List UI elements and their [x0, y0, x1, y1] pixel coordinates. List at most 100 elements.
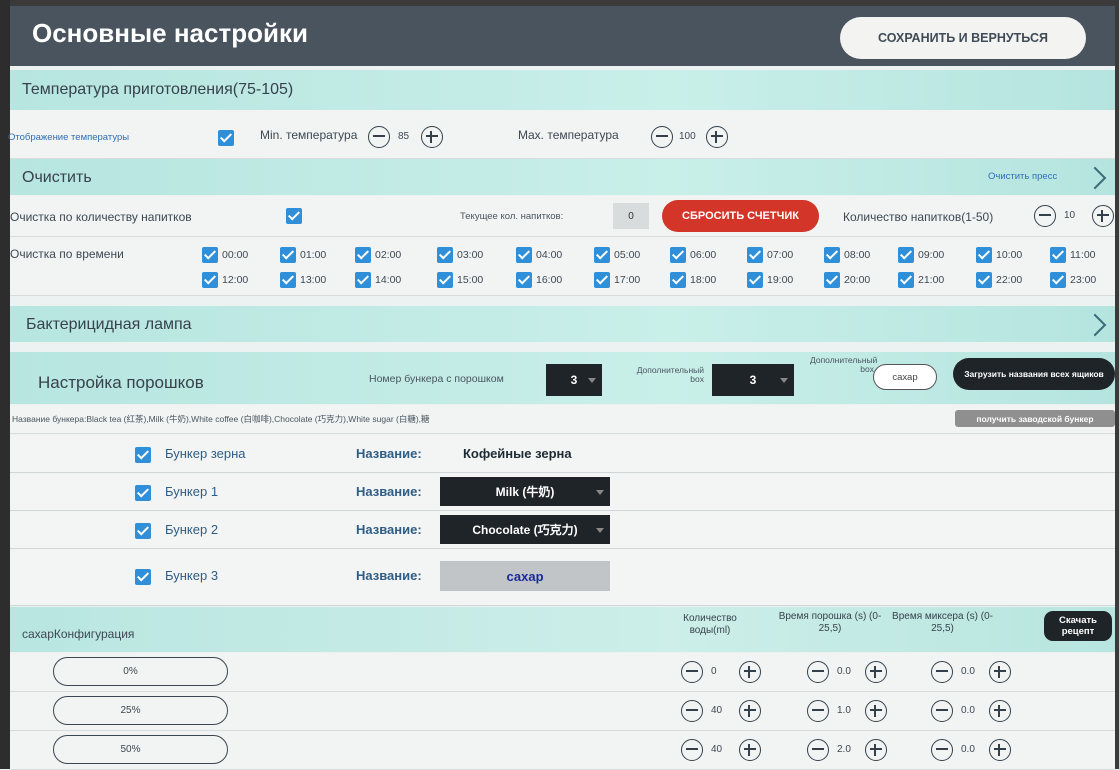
water-increase-icon[interactable]: [739, 661, 761, 683]
water-decrease-icon[interactable]: [681, 700, 703, 722]
bunker-row-beans: Бункер зерна Название: Кофейные зерна: [10, 435, 1115, 473]
temperature-display-checkbox[interactable]: [218, 130, 234, 146]
mixer-time-increase-icon[interactable]: [989, 700, 1011, 722]
clean-time-checkbox[interactable]: [670, 272, 686, 288]
chevron-right-icon[interactable]: [1083, 166, 1107, 190]
clean-time-checkbox[interactable]: [516, 272, 532, 288]
bunker-1-checkbox[interactable]: [135, 485, 151, 501]
sugar-level-button[interactable]: 0%: [53, 657, 228, 686]
bunker-1-name-label: Название:: [356, 484, 422, 499]
bunker-3-name-field[interactable]: сахар: [440, 561, 610, 591]
clean-by-time-row: Очистка по времени 00:00 01:00 02:00 03:00 0…: [10, 237, 1115, 296]
bunker-beans-name-label: Название:: [356, 446, 422, 461]
mixer-time-increase-icon[interactable]: [989, 661, 1011, 683]
mixer-time-increase-icon[interactable]: [989, 739, 1011, 761]
bunker-3-checkbox[interactable]: [135, 569, 151, 585]
sugar-config-title: сахарКонфигурация: [22, 627, 135, 641]
clean-time-label: 01:00: [300, 249, 327, 261]
drinks-count-decrease-icon[interactable]: [1034, 205, 1056, 227]
max-temperature-label: Max. температура: [518, 128, 619, 142]
clean-time-checkbox[interactable]: [437, 272, 453, 288]
clean-time-checkbox[interactable]: [202, 247, 218, 263]
mixer-time-value: 0.0: [961, 744, 975, 755]
sugar-level-button[interactable]: 50%: [53, 735, 228, 764]
top-bar: Основные настройки СОХРАНИТЬ И ВЕРНУТЬСЯ: [10, 6, 1115, 66]
clean-time-label: 15:00: [457, 274, 484, 286]
extra-box-name-input[interactable]: сахар: [873, 364, 937, 390]
bunker-1-name-select[interactable]: Milk (牛奶): [440, 477, 610, 506]
clean-time-label: 16:00: [536, 274, 563, 286]
water-value: 0: [711, 666, 717, 677]
clean-time-checkbox[interactable]: [437, 247, 453, 263]
bunker-beans-name-value: Кофейные зерна: [463, 446, 572, 461]
powder-time-decrease-icon[interactable]: [807, 661, 829, 683]
clean-time-checkbox[interactable]: [202, 272, 218, 288]
load-all-box-names-button[interactable]: Загрузить названия всех ящиков: [953, 358, 1115, 390]
water-value: 40: [711, 744, 723, 755]
sugar-level-button[interactable]: 25%: [53, 696, 228, 725]
mixer-time-column-header: Время миксера (s) (0-25,5): [892, 611, 993, 634]
clean-time-checkbox[interactable]: [355, 247, 371, 263]
bunker-2-checkbox[interactable]: [135, 523, 151, 539]
clean-time-checkbox[interactable]: [898, 247, 914, 263]
clean-time-checkbox[interactable]: [670, 247, 686, 263]
max-temperature-increase-icon[interactable]: [706, 126, 728, 148]
chevron-down-icon: [780, 378, 788, 383]
clean-time-checkbox[interactable]: [594, 272, 610, 288]
min-temperature-label: Min. температура: [260, 128, 358, 142]
powder-time-decrease-icon[interactable]: [807, 739, 829, 761]
clean-time-checkbox[interactable]: [747, 247, 763, 263]
clean-press-link[interactable]: Очистить пресс: [988, 171, 1057, 182]
drinks-count-increase-icon[interactable]: [1092, 205, 1114, 227]
reset-counter-button[interactable]: СБРОСИТЬ СЧЕТЧИК: [662, 200, 819, 232]
mixer-time-decrease-icon[interactable]: [931, 700, 953, 722]
max-temperature-decrease-icon[interactable]: [651, 126, 673, 148]
extra-box-select[interactable]: 3: [712, 364, 794, 396]
save-and-return-button[interactable]: СОХРАНИТЬ И ВЕРНУТЬСЯ: [840, 17, 1086, 59]
clean-time-checkbox[interactable]: [824, 272, 840, 288]
water-decrease-icon[interactable]: [681, 661, 703, 683]
hopper-number-select[interactable]: 3: [546, 364, 602, 396]
clean-time-checkbox[interactable]: [280, 272, 296, 288]
clean-time-checkbox[interactable]: [898, 272, 914, 288]
clean-time-label: 07:00: [767, 249, 794, 261]
water-decrease-icon[interactable]: [681, 739, 703, 761]
clean-time-checkbox[interactable]: [594, 247, 610, 263]
water-increase-icon[interactable]: [739, 739, 761, 761]
clean-time-checkbox[interactable]: [824, 247, 840, 263]
water-increase-icon[interactable]: [739, 700, 761, 722]
clean-time-label: 13:00: [300, 274, 327, 286]
clean-time-checkbox[interactable]: [280, 247, 296, 263]
chevron-down-icon: [588, 378, 596, 383]
clean-time-checkbox[interactable]: [1050, 247, 1066, 263]
min-temperature-increase-icon[interactable]: [421, 126, 443, 148]
clean-time-checkbox[interactable]: [355, 272, 371, 288]
clean-time-checkbox[interactable]: [976, 272, 992, 288]
powder-time-increase-icon[interactable]: [865, 739, 887, 761]
current-count-value: 0: [613, 203, 649, 229]
mixer-time-decrease-icon[interactable]: [931, 739, 953, 761]
mixer-time-decrease-icon[interactable]: [931, 661, 953, 683]
bunker-row-2: Бункер 2 Название: Chocolate (巧克力): [10, 511, 1115, 549]
clean-time-checkbox[interactable]: [976, 247, 992, 263]
clean-time-checkbox[interactable]: [516, 247, 532, 263]
clean-time-label: 12:00: [222, 274, 249, 286]
clean-by-count-checkbox[interactable]: [286, 208, 302, 224]
hopper-number-label: Номер бункера с порошком: [369, 373, 504, 385]
powders-section-title: Настройка порошков: [38, 373, 204, 392]
bunker-beans-checkbox[interactable]: [135, 447, 151, 463]
get-factory-hopper-button[interactable]: получить заводской бункер: [955, 410, 1115, 427]
clean-time-label: 02:00: [375, 249, 402, 261]
powder-time-increase-icon[interactable]: [865, 661, 887, 683]
clean-time-label: 05:00: [614, 249, 641, 261]
clean-time-label: 08:00: [844, 249, 871, 261]
min-temperature-value: 85: [398, 131, 410, 142]
chevron-right-icon[interactable]: [1083, 313, 1107, 337]
powder-time-increase-icon[interactable]: [865, 700, 887, 722]
bunker-2-name-select[interactable]: Chocolate (巧克力): [440, 515, 610, 544]
clean-time-checkbox[interactable]: [1050, 272, 1066, 288]
download-recipe-button[interactable]: Скачать рецепт: [1044, 611, 1112, 641]
powder-time-decrease-icon[interactable]: [807, 700, 829, 722]
clean-time-checkbox[interactable]: [747, 272, 763, 288]
min-temperature-decrease-icon[interactable]: [368, 126, 390, 148]
